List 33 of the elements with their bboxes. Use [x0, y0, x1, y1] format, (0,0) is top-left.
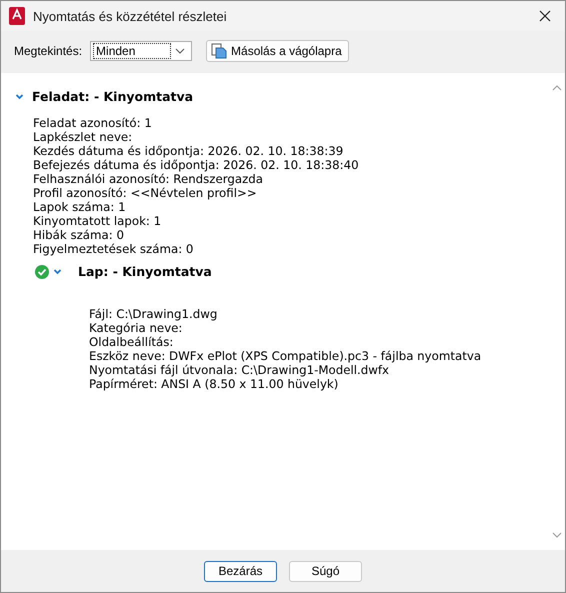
detail-line: Kinyomtatott lapok: 1: [33, 214, 162, 228]
detail-line: Profil azonosító: <<Névtelen profil>>: [33, 186, 258, 200]
detail-line: Kezdés dátuma és időpontja: 2026. 02. 10. 18:38:39: [33, 144, 344, 158]
window-title: Nyomtatás és közzététel részletei: [33, 8, 228, 24]
chevron-icon[interactable]: [15, 92, 24, 101]
detail-line: Figyelmeztetések száma: 0: [33, 242, 194, 256]
detail-line: Feladat azonosító: 1: [33, 116, 153, 130]
close-button[interactable]: Bezárás: [204, 560, 277, 582]
check-icon: [35, 264, 49, 278]
detail-line: Kategória neve:: [89, 321, 184, 335]
detail-line: Eszköz neve: DWFx ePlot (XPS Compatible).pc3 - fájlba nyomtatva: [89, 349, 482, 363]
help-button[interactable]: Súgó: [289, 560, 362, 582]
detail-line: Fájl: C:\Drawing1.dwg: [89, 307, 218, 321]
copy-button[interactable]: Másolás a vágólapra: [206, 40, 349, 62]
detail-line: Hibák száma: 0: [33, 228, 125, 242]
app-logo-icon: [9, 7, 25, 25]
copy-icon: [211, 43, 228, 59]
detail-line: Felhasználói azonosító: Rendszergazda: [33, 172, 264, 186]
detail-line: Oldalbeállítás:: [89, 335, 174, 349]
detail-line: Lapkészlet neve:: [33, 130, 134, 144]
scroll-up-icon[interactable]: [552, 85, 562, 91]
detail-line: Lapok száma: 1: [33, 200, 127, 214]
detail-line: Papírméret: ANSI A (8.50 x 11.00 hüvelyk): [89, 377, 340, 391]
close-icon[interactable]: [539, 10, 551, 22]
dropdown-caret-icon[interactable]: [175, 48, 186, 54]
view-label: Megtekintés:: [14, 44, 82, 58]
view-dropdown[interactable]: Minden: [90, 41, 192, 61]
job-heading: Feladat: - Kinyomtatva: [32, 89, 194, 104]
detail-line: Nyomtatási fájl útvonala: C:\Drawing1-Modell.dwfx: [89, 363, 390, 377]
chevron-icon[interactable]: [53, 267, 62, 276]
scroll-down-icon[interactable]: [552, 532, 562, 538]
detail-line: Befejezés dátuma és időpontja: 2026. 02. 10. 18:38:40: [33, 158, 360, 172]
sheet-heading: Lap: - Kinyomtatva: [78, 264, 212, 279]
